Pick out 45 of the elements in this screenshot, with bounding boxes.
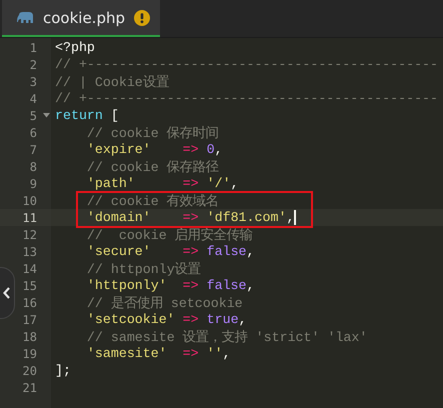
code-line: ]; (54, 363, 71, 378)
line-number: 4 (30, 92, 37, 106)
code-line: // cookie 启用安全传输 (86, 226, 253, 244)
chevron-left-icon (3, 287, 11, 299)
line-number: 12 (22, 228, 37, 242)
code-line: // cookie 保存路径 (86, 158, 219, 176)
code-line: // cookie 有效域名 (86, 192, 219, 210)
code-line: 'httponly' => false, (86, 278, 255, 293)
line-number: 19 (22, 346, 37, 360)
line-number: 21 (22, 380, 37, 394)
file-tab[interactable]: cookie.php (2, 0, 160, 37)
line-number: 14 (22, 262, 37, 276)
code-line: // samesite 设置，支持 'strict' 'lax' (86, 328, 368, 346)
line-number: 16 (22, 296, 37, 310)
code-line: 'path' => '/', (86, 176, 239, 191)
line-number: 7 (30, 142, 37, 156)
elephant-icon (17, 12, 34, 24)
line-number: 5 (30, 108, 37, 122)
line-number: 18 (22, 330, 37, 344)
line-number: 15 (22, 278, 37, 292)
line-number: 2 (30, 58, 37, 72)
line-number: 9 (30, 176, 37, 190)
code-line: // 是否使用 setcookie (86, 294, 243, 312)
line-number: 11 (22, 210, 37, 224)
code-line: // httponly设置 (86, 260, 201, 278)
code-line: 'samesite' => '', (86, 346, 231, 361)
line-number: 10 (22, 194, 37, 208)
code-line: 'expire' => 0, (86, 142, 223, 157)
line-number: 20 (22, 364, 37, 378)
line-number: 8 (30, 160, 37, 174)
line-number: 17 (22, 312, 37, 326)
line-number: 6 (30, 126, 37, 140)
code-line: // +-------------------------------------------- (54, 57, 438, 72)
fold-arrow-icon[interactable] (43, 113, 50, 118)
code-line: 'setcookie' => true, (86, 312, 247, 327)
code-line: // | Cookie设置 (54, 74, 169, 90)
line-number: 1 (30, 40, 37, 54)
line-number: 13 (22, 244, 37, 258)
code-line: // cookie 保存时间 (86, 124, 219, 142)
code-line: return [ (54, 108, 119, 123)
line-number: 3 (30, 74, 37, 88)
code-line: <?php (54, 40, 95, 55)
code-line: 'secure' => false, (86, 244, 255, 259)
code-line: 'domain' => 'df81.com', (86, 210, 296, 225)
code-line: // +-------------------------------------------- (54, 91, 438, 106)
